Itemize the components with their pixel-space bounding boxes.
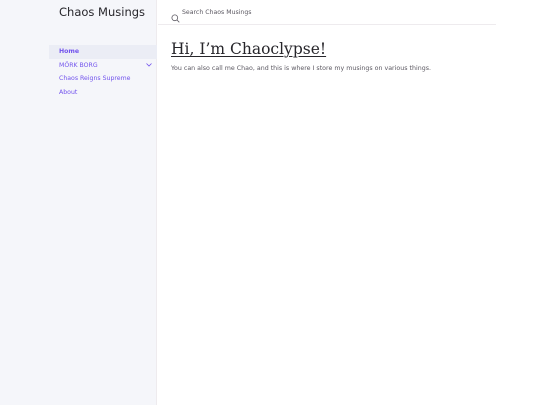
site-title-link[interactable]: Chaos Musings bbox=[59, 5, 145, 19]
page: Chaos Musings Home MÖRK BORG Chaos Reign… bbox=[0, 0, 540, 405]
nav-item-label: MÖRK BORG bbox=[59, 61, 98, 69]
nav-item-label: Chaos Reigns Supreme bbox=[59, 75, 131, 82]
sidebar-nav: Home MÖRK BORG Chaos Reigns Supreme Abou… bbox=[49, 45, 157, 99]
intro-text: You can also call me Chao, and this is w… bbox=[171, 65, 432, 72]
nav-item-about[interactable]: About bbox=[49, 86, 157, 100]
nav-item-label: Home bbox=[59, 48, 80, 55]
search-bar bbox=[158, 0, 496, 25]
page-title[interactable]: Hi, I’m Chaoclypse! bbox=[171, 40, 326, 58]
search-icon bbox=[171, 8, 180, 23]
search-input[interactable] bbox=[182, 5, 482, 19]
nav-item-home[interactable]: Home bbox=[49, 45, 157, 59]
chevron-down-icon[interactable] bbox=[143, 59, 155, 73]
nav-item-mork-borg[interactable]: MÖRK BORG bbox=[49, 59, 157, 73]
nav-item-label: About bbox=[59, 88, 78, 96]
nav-item-chaos-reigns-supreme[interactable]: Chaos Reigns Supreme bbox=[49, 72, 157, 86]
